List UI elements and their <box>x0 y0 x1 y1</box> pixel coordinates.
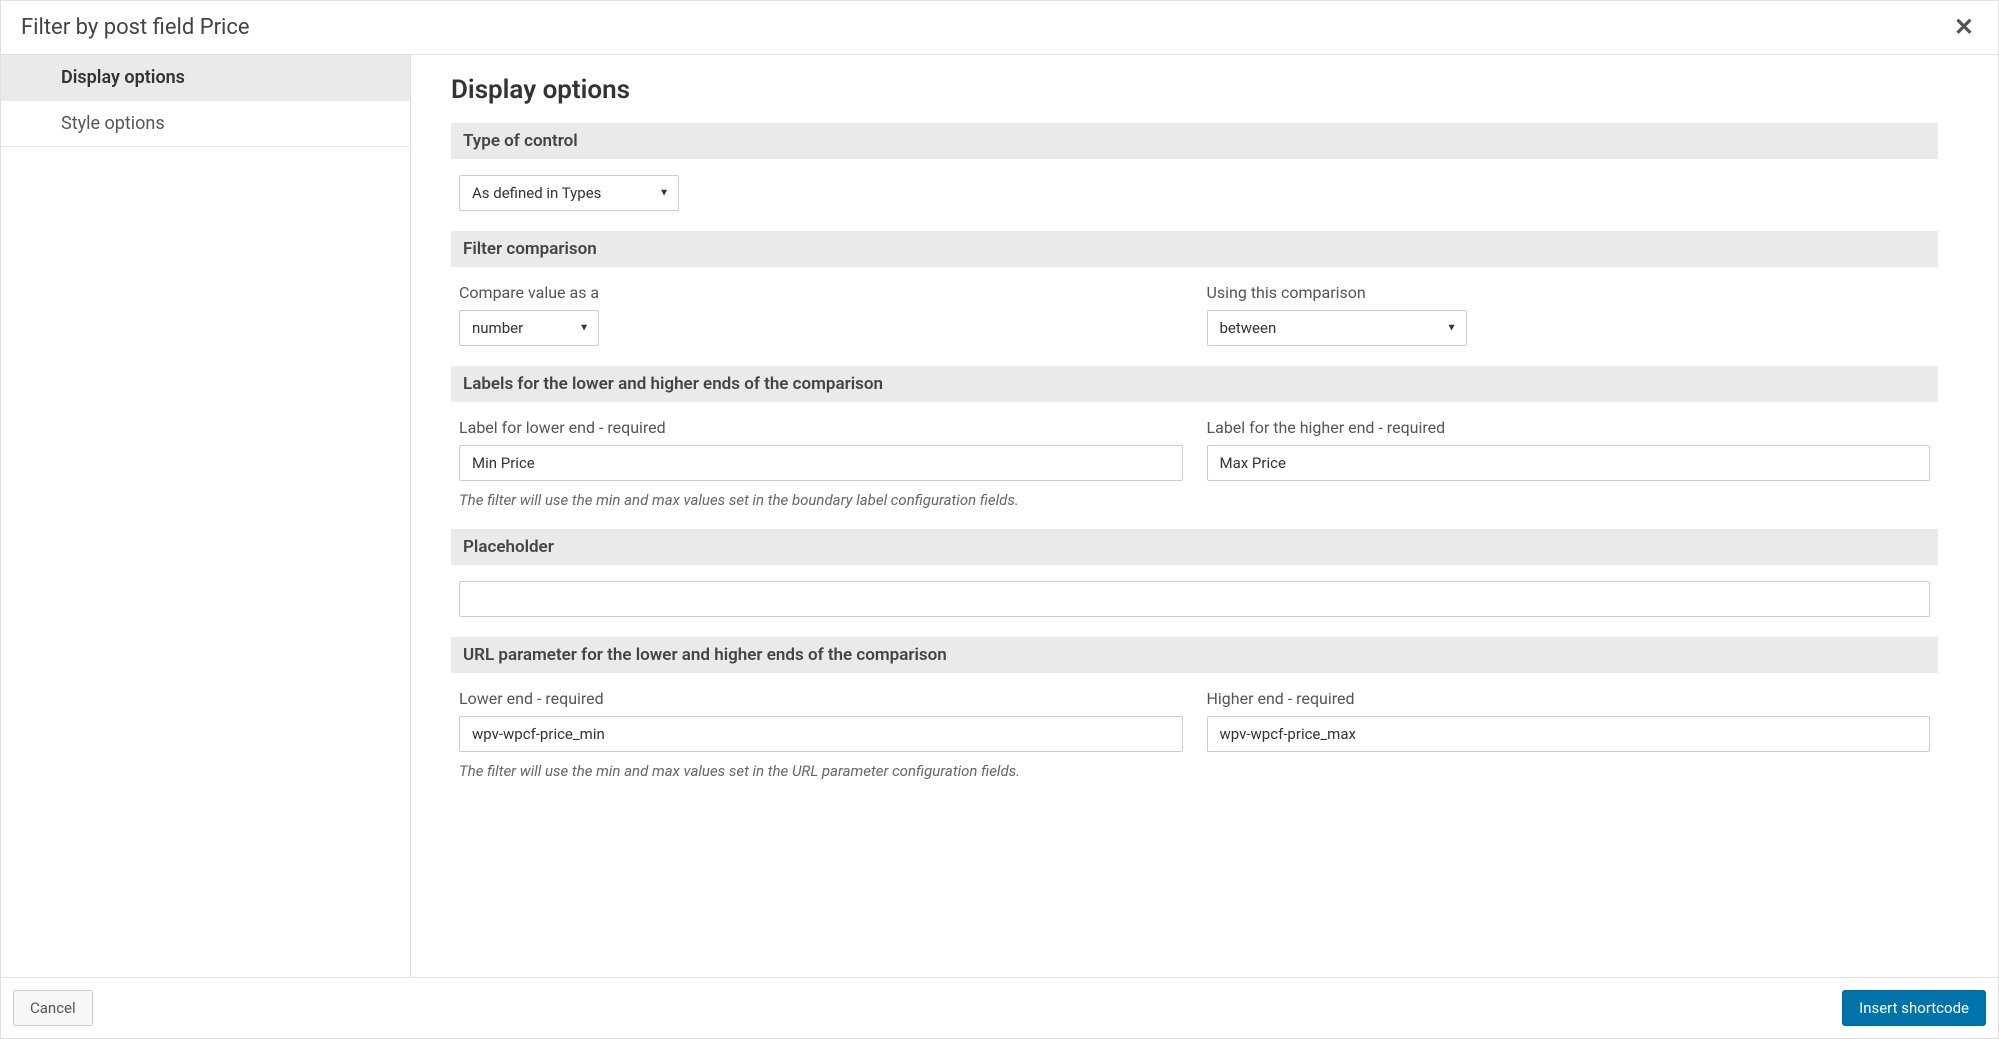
compare-value-select-wrap: number ▼ <box>459 310 599 346</box>
main-title: Display options <box>451 75 1938 105</box>
insert-shortcode-button[interactable]: Insert shortcode <box>1842 990 1986 1026</box>
using-comparison-select-wrap: between ▼ <box>1207 310 1467 346</box>
section-body-url-params: Lower end - required Higher end - requir… <box>451 689 1938 800</box>
section-header-placeholder: Placeholder <box>451 529 1938 565</box>
url-lower-end-label: Lower end - required <box>459 689 1183 708</box>
label-higher-end-label: Label for the higher end - required <box>1207 418 1931 437</box>
modal-header: Filter by post field Price ✕ <box>1 1 1998 55</box>
section-header-url-params: URL parameter for the lower and higher e… <box>451 637 1938 673</box>
cancel-button[interactable]: Cancel <box>13 990 93 1026</box>
section-body-filter-comparison: Compare value as a number ▼ Using this c… <box>451 283 1938 366</box>
label-lower-end-input[interactable] <box>459 445 1183 481</box>
sidebar-item-style-options[interactable]: Style options <box>1 101 410 147</box>
section-header-labels: Labels for the lower and higher ends of … <box>451 366 1938 402</box>
using-comparison-select[interactable]: between <box>1207 310 1467 346</box>
labels-hint: The filter will use the min and max valu… <box>459 491 1930 509</box>
sidebar: Display options Style options <box>1 55 411 977</box>
compare-value-label: Compare value as a <box>459 283 1183 302</box>
url-higher-end-label: Higher end - required <box>1207 689 1931 708</box>
section-body-placeholder <box>451 581 1938 637</box>
url-lower-end-input[interactable] <box>459 716 1183 752</box>
modal-footer: Cancel Insert shortcode <box>1 977 1998 1038</box>
using-comparison-label: Using this comparison <box>1207 283 1931 302</box>
section-body-labels: Label for lower end - required Label for… <box>451 418 1938 529</box>
section-header-filter-comparison: Filter comparison <box>451 231 1938 267</box>
label-higher-end-input[interactable] <box>1207 445 1931 481</box>
close-icon: ✕ <box>1954 14 1974 41</box>
main-panel: Display options Type of control As defin… <box>411 55 1998 977</box>
sidebar-item-label: Display options <box>61 67 185 88</box>
modal-body: Display options Style options Display op… <box>1 55 1998 977</box>
compare-value-select[interactable]: number <box>459 310 599 346</box>
type-of-control-select-wrap: As defined in Types ▼ <box>459 175 679 211</box>
section-header-type-of-control: Type of control <box>451 123 1938 159</box>
type-of-control-select[interactable]: As defined in Types <box>459 175 679 211</box>
placeholder-input[interactable] <box>459 581 1930 617</box>
sidebar-item-display-options[interactable]: Display options <box>1 55 410 101</box>
url-higher-end-input[interactable] <box>1207 716 1931 752</box>
modal-title: Filter by post field Price <box>21 15 250 40</box>
sidebar-item-label: Style options <box>61 113 165 134</box>
section-body-type-of-control: As defined in Types ▼ <box>451 175 1938 231</box>
close-button[interactable]: ✕ <box>1950 13 1978 42</box>
url-params-hint: The filter will use the min and max valu… <box>459 762 1930 780</box>
label-lower-end-label: Label for lower end - required <box>459 418 1183 437</box>
filter-modal: Filter by post field Price ✕ Display opt… <box>0 0 1999 1039</box>
